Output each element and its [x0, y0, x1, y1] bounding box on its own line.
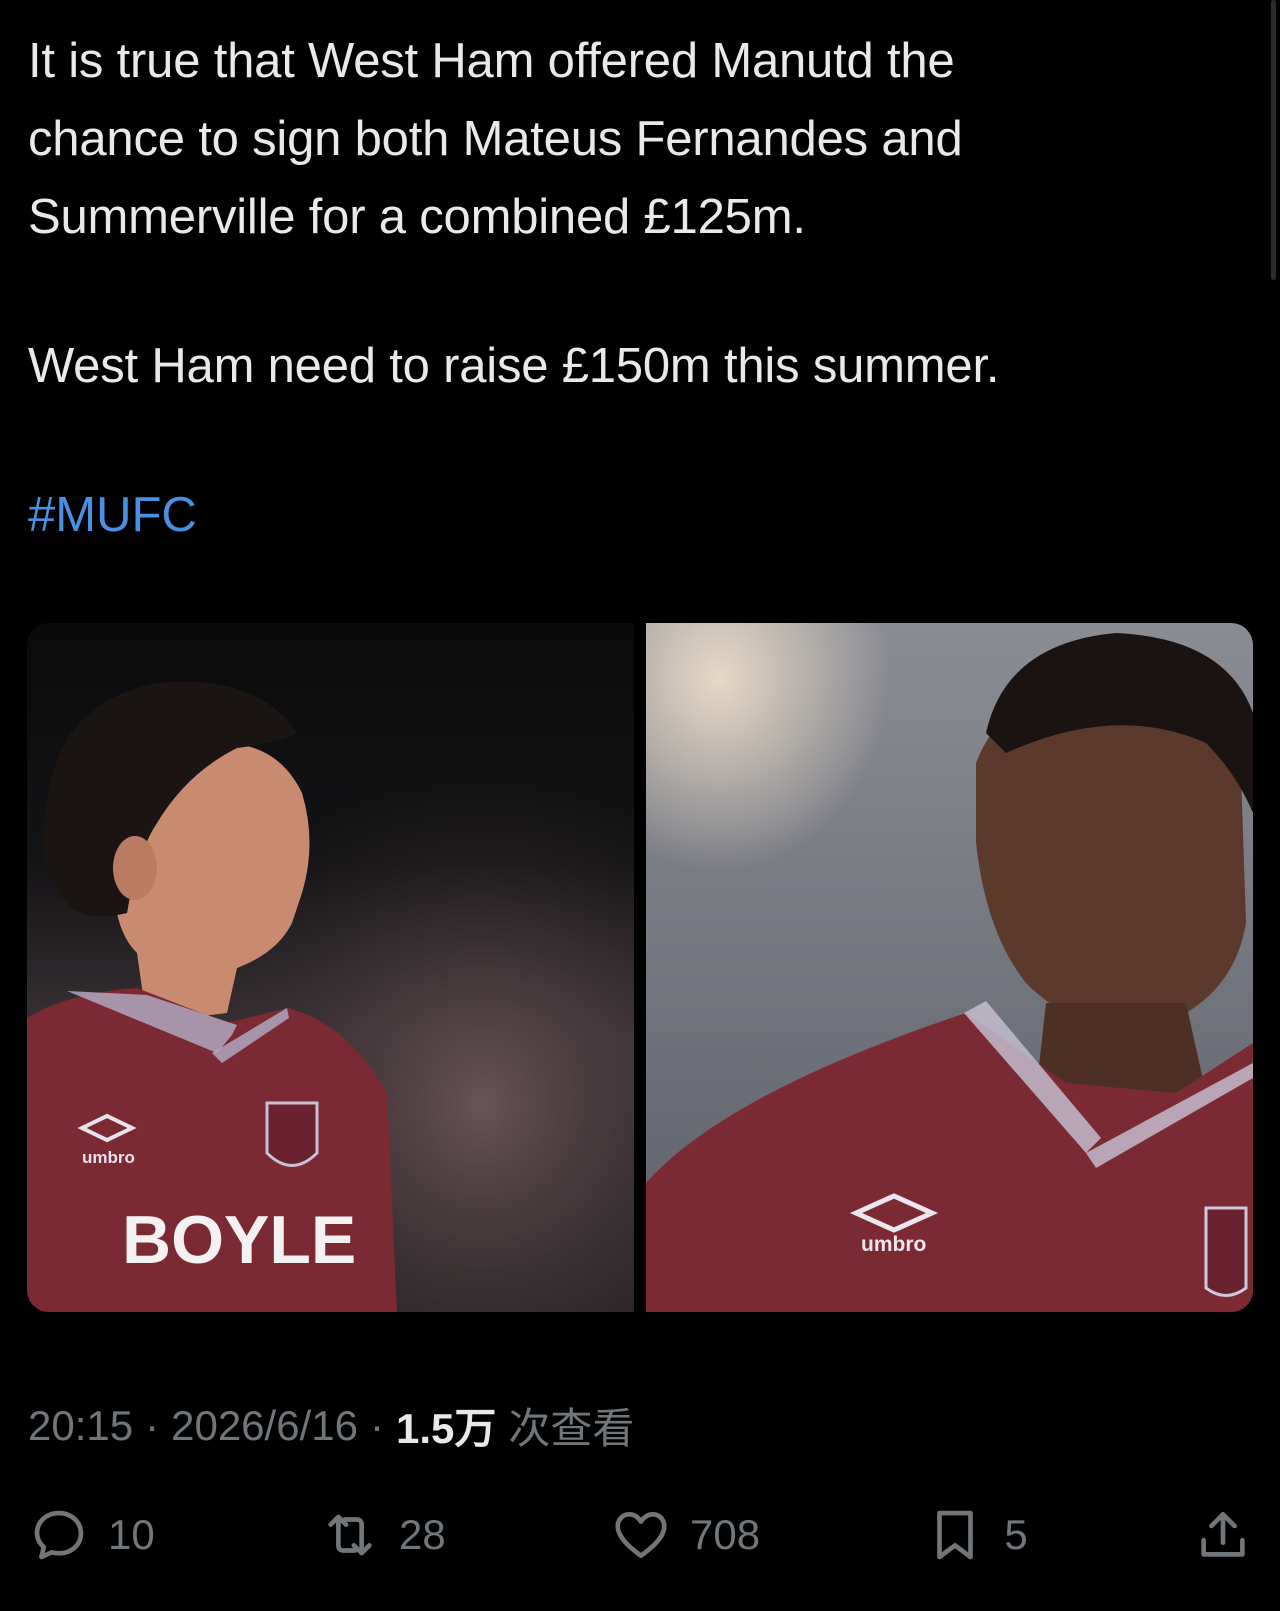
tweet-body: It is true that West Ham offered Manutd … [28, 22, 1198, 405]
bookmark-icon [937, 1510, 974, 1560]
reply-button[interactable]: 10 [28, 1504, 155, 1566]
tweet-meta: 20:15 · 2026/6/16 · 1.5万 次查看 [28, 1395, 634, 1456]
tweet-time[interactable]: 20:15 [28, 1402, 133, 1450]
umbro-logo-left: umbro [82, 1148, 135, 1167]
tweet-text-line-3: Summerville for a combined £125m. [28, 190, 806, 244]
tweet-text-line-2: chance to sign both Mateus Fernandes and [28, 112, 963, 166]
tweet-text-line-1: It is true that West Ham offered Manutd … [28, 34, 955, 88]
action-bar: 10 28 708 5 [28, 1500, 1254, 1570]
like-button[interactable]: 708 [610, 1504, 760, 1566]
views-count: 1.5万 [395, 1405, 497, 1452]
photo-left[interactable]: umbro BOYLE [27, 623, 634, 1312]
like-count: 708 [690, 1511, 761, 1558]
bookmark-count: 5 [1004, 1511, 1028, 1558]
share-icon [1201, 1512, 1245, 1557]
tweet-date[interactable]: 2026/6/16 [171, 1402, 358, 1450]
retweet-icon [328, 1514, 372, 1556]
player-photo-right: umbro [646, 623, 1253, 1312]
reply-count: 10 [108, 1511, 155, 1558]
sponsor-text-left: BOYLE [122, 1202, 356, 1278]
reply-icon [34, 1510, 84, 1560]
meta-separator: · [369, 1401, 384, 1449]
media-grid: umbro BOYLE umbro [27, 623, 1253, 1312]
scrollbar-thumb[interactable] [1271, 0, 1276, 280]
bookmark-button[interactable]: 5 [924, 1504, 1028, 1566]
meta-separator: · [145, 1401, 160, 1449]
heart-icon [615, 1512, 667, 1558]
retweet-button[interactable]: 28 [319, 1504, 446, 1566]
share-button[interactable] [1192, 1504, 1254, 1566]
umbro-logo-right: umbro [861, 1233, 926, 1256]
views-label: 次查看 [508, 1405, 635, 1452]
hashtag-link[interactable]: #MUFC [28, 488, 197, 542]
player-photo-left: umbro BOYLE [27, 623, 634, 1312]
photo-right[interactable]: umbro [646, 623, 1253, 1312]
retweet-count: 28 [399, 1511, 446, 1558]
tweet-text-paragraph-2: West Ham need to raise £150m this summer… [28, 339, 1000, 393]
